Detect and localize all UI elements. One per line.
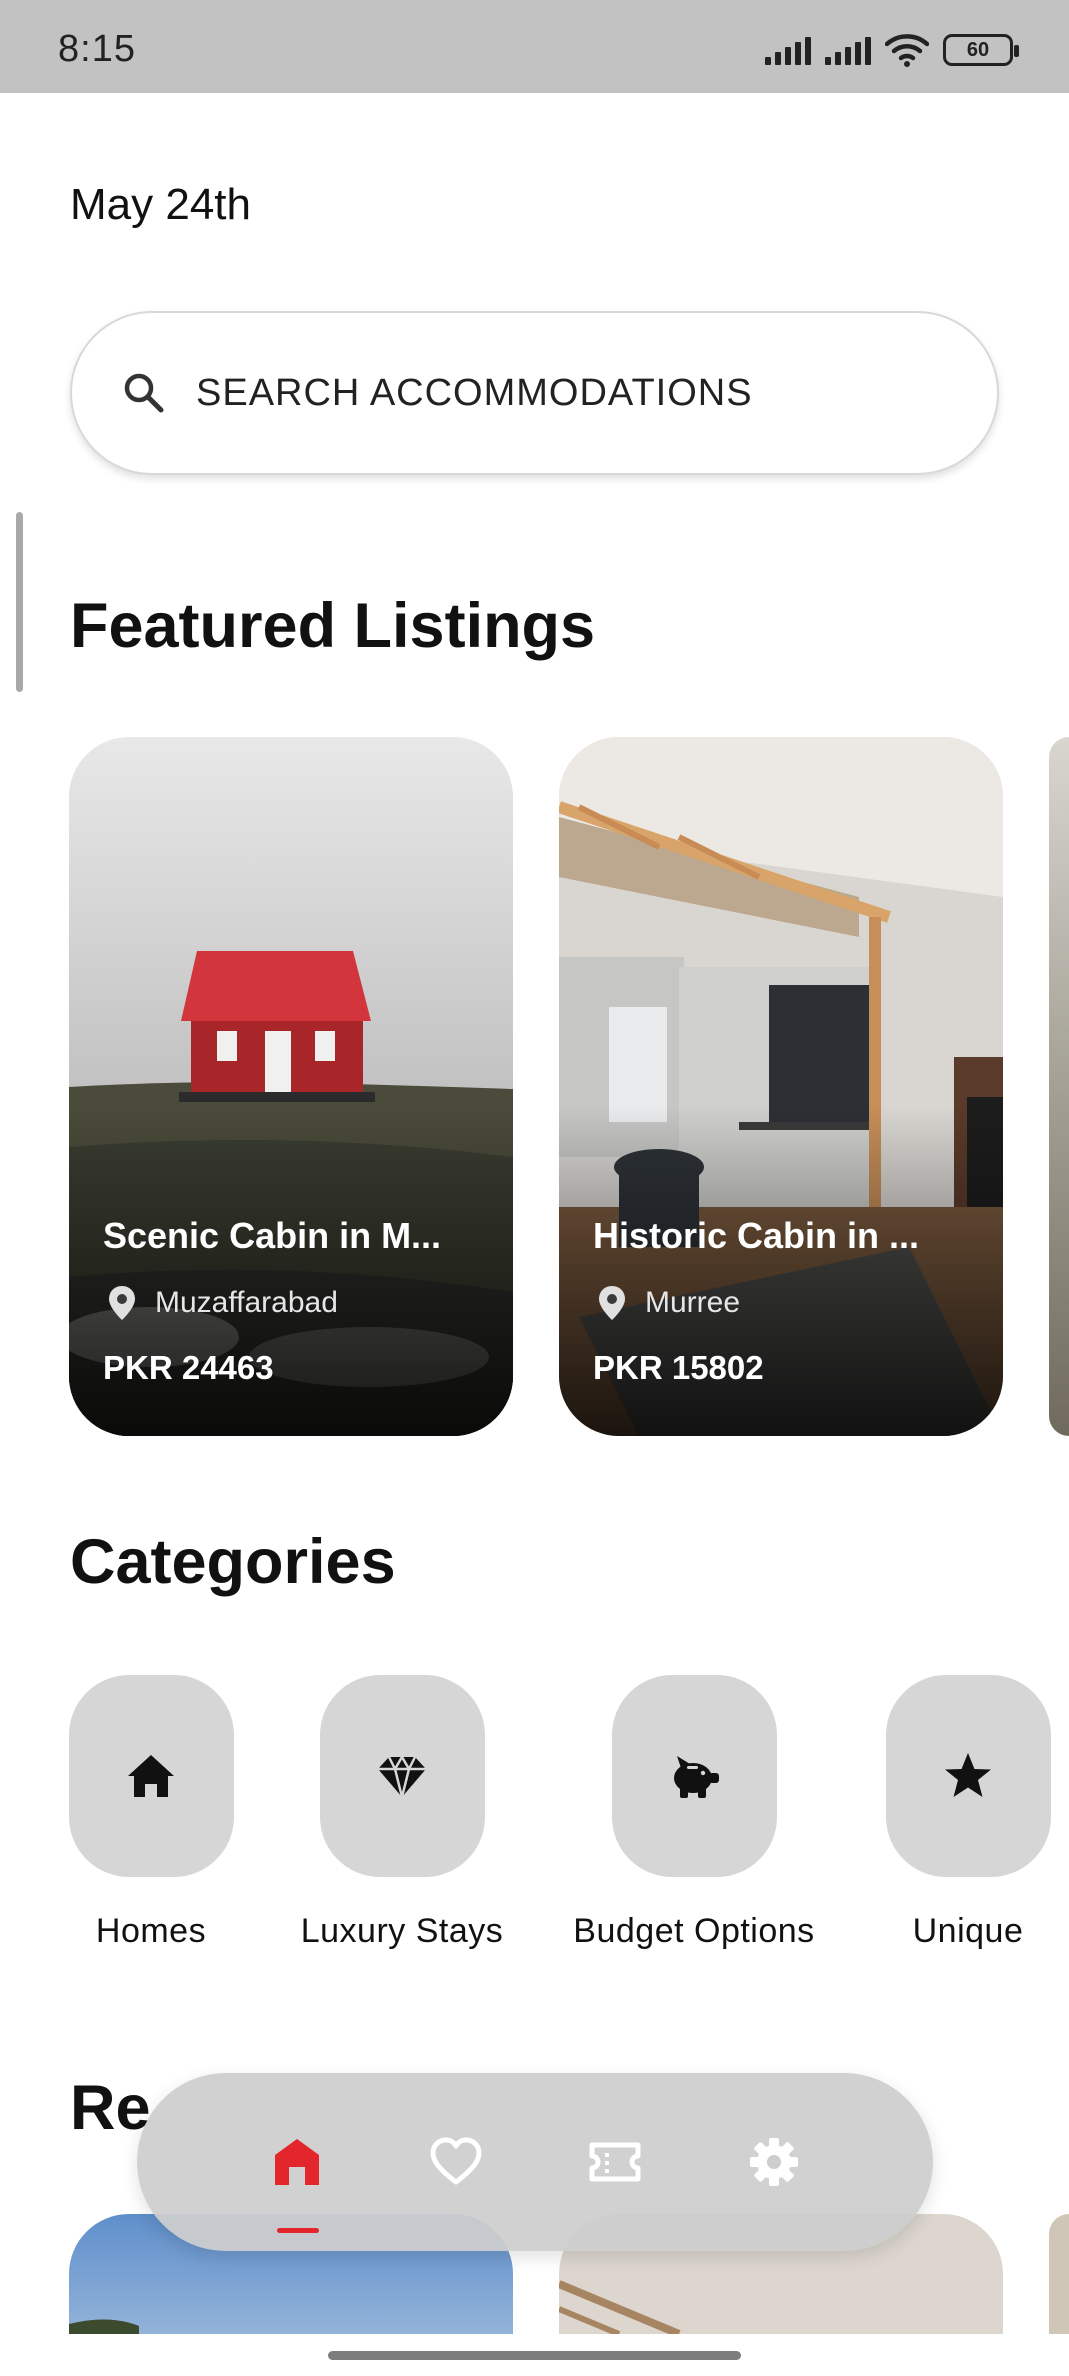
recommended-title: Re bbox=[70, 2073, 151, 2143]
listing-card[interactable]: Historic Cabin in ... Murree PKR 15802 bbox=[559, 737, 1003, 1436]
search-input[interactable]: SEARCH ACCOMMODATIONS bbox=[70, 311, 999, 475]
signal-icon bbox=[765, 35, 811, 65]
nav-favorites-button[interactable] bbox=[411, 2117, 501, 2207]
category-tile bbox=[68, 1675, 234, 1877]
nav-settings-button[interactable] bbox=[729, 2117, 819, 2207]
category-luxury-stays[interactable]: Luxury Stays bbox=[270, 1675, 534, 1951]
status-icons: 60 bbox=[765, 30, 1019, 70]
category-unique[interactable]: Unique bbox=[840, 1675, 1069, 1951]
listing-title: Historic Cabin in ... bbox=[593, 1215, 920, 1256]
nav-bookings-button[interactable] bbox=[570, 2117, 660, 2207]
scrollbar[interactable] bbox=[16, 512, 23, 692]
date-label: May 24th bbox=[70, 180, 251, 229]
search-placeholder: SEARCH ACCOMMODATIONS bbox=[196, 371, 753, 414]
category-tile bbox=[611, 1675, 777, 1877]
location-pin-icon bbox=[109, 1286, 135, 1320]
listing-price: PKR 15802 bbox=[593, 1349, 764, 1386]
listing-price: PKR 24463 bbox=[103, 1349, 274, 1386]
home-icon bbox=[274, 2139, 319, 2185]
home-indicator[interactable] bbox=[328, 2351, 741, 2360]
battery-level: 60 bbox=[966, 38, 990, 61]
location-text: Murree bbox=[645, 1286, 741, 1319]
listing-card-partial[interactable] bbox=[1049, 737, 1069, 1436]
star-icon bbox=[945, 1753, 991, 1797]
gear-icon bbox=[749, 2138, 798, 2186]
piggy-bank-icon bbox=[674, 1756, 719, 1798]
location-text: Muzaffarabad bbox=[155, 1286, 338, 1319]
category-budget-options[interactable]: Budget Options bbox=[544, 1675, 844, 1951]
listing-location: Muzaffarabad bbox=[107, 1285, 338, 1321]
signal-icon bbox=[825, 35, 871, 65]
category-label: Homes bbox=[95, 1912, 207, 1950]
status-bar: 8:15 60 bbox=[0, 0, 1069, 93]
category-label: Luxury Stays bbox=[300, 1912, 504, 1950]
category-tile bbox=[319, 1675, 485, 1877]
nav-home-button[interactable] bbox=[252, 2117, 342, 2233]
recommended-card-partial[interactable] bbox=[1049, 2214, 1069, 2334]
location-pin-icon bbox=[599, 1286, 625, 1320]
categories-title: Categories bbox=[70, 1527, 396, 1597]
listing-card[interactable]: Scenic Cabin in M... Muzaffarabad PKR 24… bbox=[69, 737, 513, 1436]
diamond-icon bbox=[378, 1754, 426, 1798]
heart-icon bbox=[430, 2137, 481, 2185]
category-tile bbox=[885, 1675, 1051, 1877]
listing-title: Scenic Cabin in M... bbox=[103, 1215, 442, 1256]
category-label: Unique bbox=[912, 1912, 1024, 1950]
active-indicator bbox=[276, 2228, 319, 2233]
listing-location: Murree bbox=[597, 1285, 740, 1321]
wifi-icon bbox=[885, 34, 929, 67]
battery-icon: 60 bbox=[943, 34, 1019, 66]
search-icon bbox=[124, 373, 164, 413]
category-label: Budget Options bbox=[573, 1912, 815, 1950]
status-time: 8:15 bbox=[58, 28, 136, 70]
featured-listings-title: Featured Listings bbox=[70, 591, 596, 661]
ticket-icon bbox=[589, 2142, 640, 2182]
bottom-nav bbox=[137, 2073, 933, 2251]
category-homes[interactable]: Homes bbox=[19, 1675, 283, 1951]
home-icon bbox=[128, 1755, 174, 1797]
